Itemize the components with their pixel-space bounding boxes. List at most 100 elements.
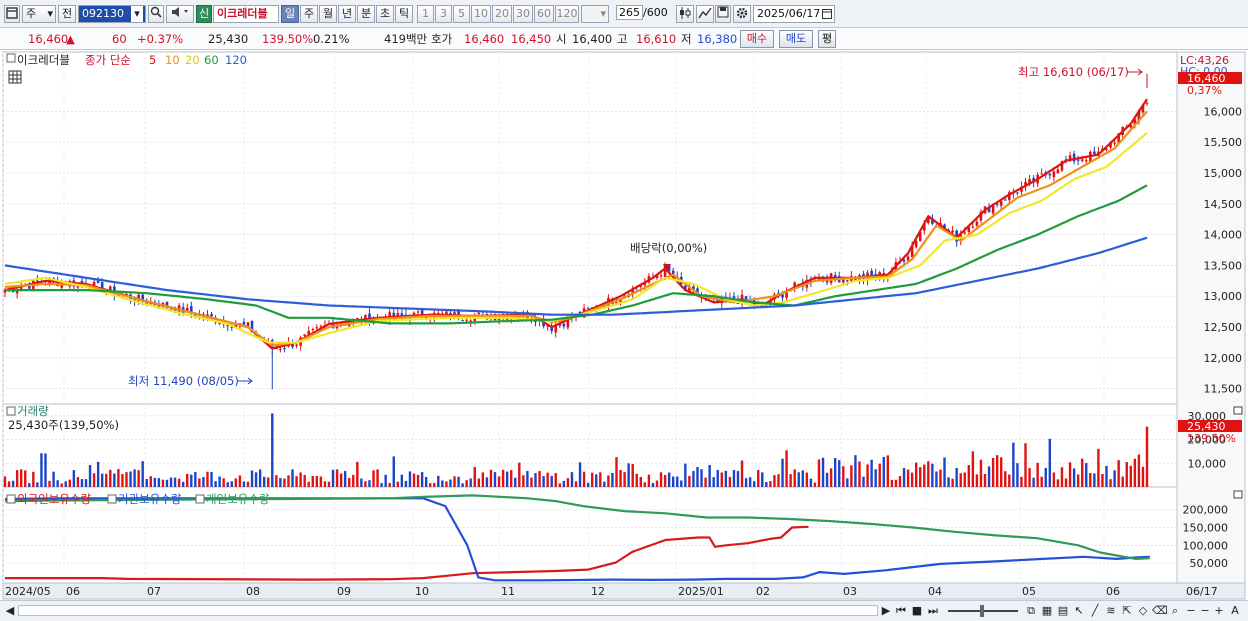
copy-icon[interactable]: ⧉ xyxy=(1024,603,1038,618)
holdings-tick-label: 200,000 xyxy=(1183,504,1229,517)
holdings-menu-icon[interactable] xyxy=(6,494,16,504)
candle-body xyxy=(311,329,315,331)
bid-price: 16,450 xyxy=(511,32,552,46)
volume-bar xyxy=(995,455,999,487)
x-tick-label: 10 xyxy=(415,585,429,598)
institution-menu-icon[interactable] xyxy=(107,494,117,504)
scroll-left-icon[interactable]: ◀ xyxy=(4,603,16,618)
volume-bar xyxy=(19,469,23,487)
interval-3[interactable]: 3 xyxy=(435,5,452,23)
period-month[interactable]: 월 xyxy=(319,5,337,23)
volume-bar xyxy=(1064,478,1068,487)
volume-bar xyxy=(76,477,80,487)
mode-select[interactable]: 주 ▾ xyxy=(22,5,56,23)
date-field[interactable]: 2025/06/17 xyxy=(753,5,835,23)
volume-bar xyxy=(48,480,51,487)
candle-body xyxy=(1068,155,1072,159)
arrow-tool-icon[interactable]: ↖ xyxy=(1072,603,1086,618)
sell-button[interactable]: 매도 xyxy=(779,30,813,48)
zoom-in-icon[interactable]: + xyxy=(1212,603,1226,618)
pointer-tool-icon[interactable]: ⇱ xyxy=(1120,603,1134,618)
volume-bar xyxy=(842,466,845,487)
volume-bar xyxy=(955,468,958,487)
volume-bar xyxy=(392,456,395,487)
individual-menu-icon[interactable] xyxy=(195,494,205,504)
holdings-close-icon[interactable] xyxy=(1233,490,1243,499)
zoom-out-icon[interactable]: − xyxy=(1184,603,1198,618)
period-year[interactable]: 년 xyxy=(338,5,356,23)
font-size-icon[interactable]: A xyxy=(1228,603,1242,618)
panel-menu-icon[interactable] xyxy=(6,53,16,63)
line-tool-icon[interactable]: ╱ xyxy=(1088,603,1102,618)
interval-custom[interactable]: ▾ xyxy=(581,5,609,23)
volume-bar xyxy=(1024,443,1027,487)
layout-icon[interactable]: ▦ xyxy=(1040,603,1054,618)
interval-5[interactable]: 5 xyxy=(453,5,470,23)
gear-icon[interactable] xyxy=(733,5,751,23)
candle-body xyxy=(951,230,954,233)
candle-body xyxy=(1048,173,1052,176)
volume-bar xyxy=(639,476,642,487)
volume-bar xyxy=(1044,467,1047,487)
volume-bar xyxy=(279,478,282,487)
window-icon[interactable] xyxy=(4,5,20,23)
x-tick-label: 07 xyxy=(147,585,161,598)
volume-bar xyxy=(1129,465,1133,487)
bottom-scrollbar[interactable]: ◀ ▶ ⏮ ■ ⏭ ⧉ ▦ ▤ ↖ ╱ ≋ ⇱ ◇ ⌫ ⌕ − − + A xyxy=(0,600,1248,621)
volume-bar xyxy=(939,469,942,487)
grid-icon[interactable]: ▤ xyxy=(1056,603,1070,618)
code-input[interactable]: 092130 ▾ xyxy=(78,5,146,23)
fibo-tool-icon[interactable]: ≋ xyxy=(1104,603,1118,618)
delete-tool-icon[interactable]: ⌫ xyxy=(1152,603,1168,618)
volume-menu-icon[interactable] xyxy=(6,406,16,416)
volume-bar xyxy=(935,471,938,487)
candle-body xyxy=(785,292,788,298)
shape-tool-icon[interactable]: ◇ xyxy=(1136,603,1150,618)
new-button[interactable]: 신 xyxy=(196,5,212,23)
volume-bar xyxy=(226,482,229,487)
fast-forward-icon[interactable]: ⏭ xyxy=(926,603,940,618)
save-icon[interactable] xyxy=(715,5,731,23)
period-week[interactable]: 주 xyxy=(300,5,318,23)
chart-area[interactable]: 11,500 12,000 12,500 13,000 13,500 14,000 14,5… xyxy=(0,51,1248,603)
interval-60[interactable]: 60 xyxy=(534,5,554,23)
zoom-icon[interactable]: ⌕ xyxy=(1168,603,1182,618)
search-icon[interactable] xyxy=(148,5,164,23)
volume-bar xyxy=(469,478,472,487)
volume-bar xyxy=(696,466,699,487)
interval-10[interactable]: 10 xyxy=(471,5,491,23)
stop-icon[interactable]: ■ xyxy=(910,603,924,618)
interval-1[interactable]: 1 xyxy=(417,5,434,23)
volume-close-icon[interactable] xyxy=(1233,406,1243,415)
candle-body xyxy=(477,312,481,315)
volume-bar xyxy=(360,478,363,487)
x-tick-label: 09 xyxy=(337,585,351,598)
volume-bar xyxy=(1141,466,1145,487)
volume-bar xyxy=(619,469,622,487)
period-minute[interactable]: 분 xyxy=(357,5,375,23)
rewind-icon[interactable]: ⏮ xyxy=(894,603,908,618)
candle-icon[interactable] xyxy=(676,5,694,23)
eval-button[interactable]: 평 xyxy=(818,30,836,48)
speaker-icon[interactable] xyxy=(166,5,194,23)
scroll-track[interactable] xyxy=(18,605,878,616)
table-icon[interactable] xyxy=(8,70,22,84)
period-tick[interactable]: 틱 xyxy=(395,5,413,23)
interval-120[interactable]: 120 xyxy=(555,5,579,23)
volume-bar xyxy=(886,455,890,487)
period-second[interactable]: 초 xyxy=(376,5,394,23)
volume-bar xyxy=(129,471,132,487)
count-field[interactable]: 265/600 xyxy=(613,5,669,23)
volume-bar xyxy=(352,474,355,487)
candle-body xyxy=(1093,151,1096,155)
trend-icon[interactable] xyxy=(696,5,714,23)
zoom-slider-handle[interactable] xyxy=(980,605,984,617)
interval-30[interactable]: 30 xyxy=(513,5,533,23)
period-day[interactable]: 일 xyxy=(281,5,299,23)
interval-20[interactable]: 20 xyxy=(492,5,512,23)
prefix-button[interactable]: 전 xyxy=(58,5,76,23)
scroll-right-icon[interactable]: ▶ xyxy=(880,603,892,618)
chart-canvas[interactable]: 11,500 12,000 12,500 13,000 13,500 14,000 14,5… xyxy=(0,51,1248,603)
buy-button[interactable]: 매수 xyxy=(740,30,774,48)
zoom-minus-icon[interactable]: − xyxy=(1198,603,1212,618)
